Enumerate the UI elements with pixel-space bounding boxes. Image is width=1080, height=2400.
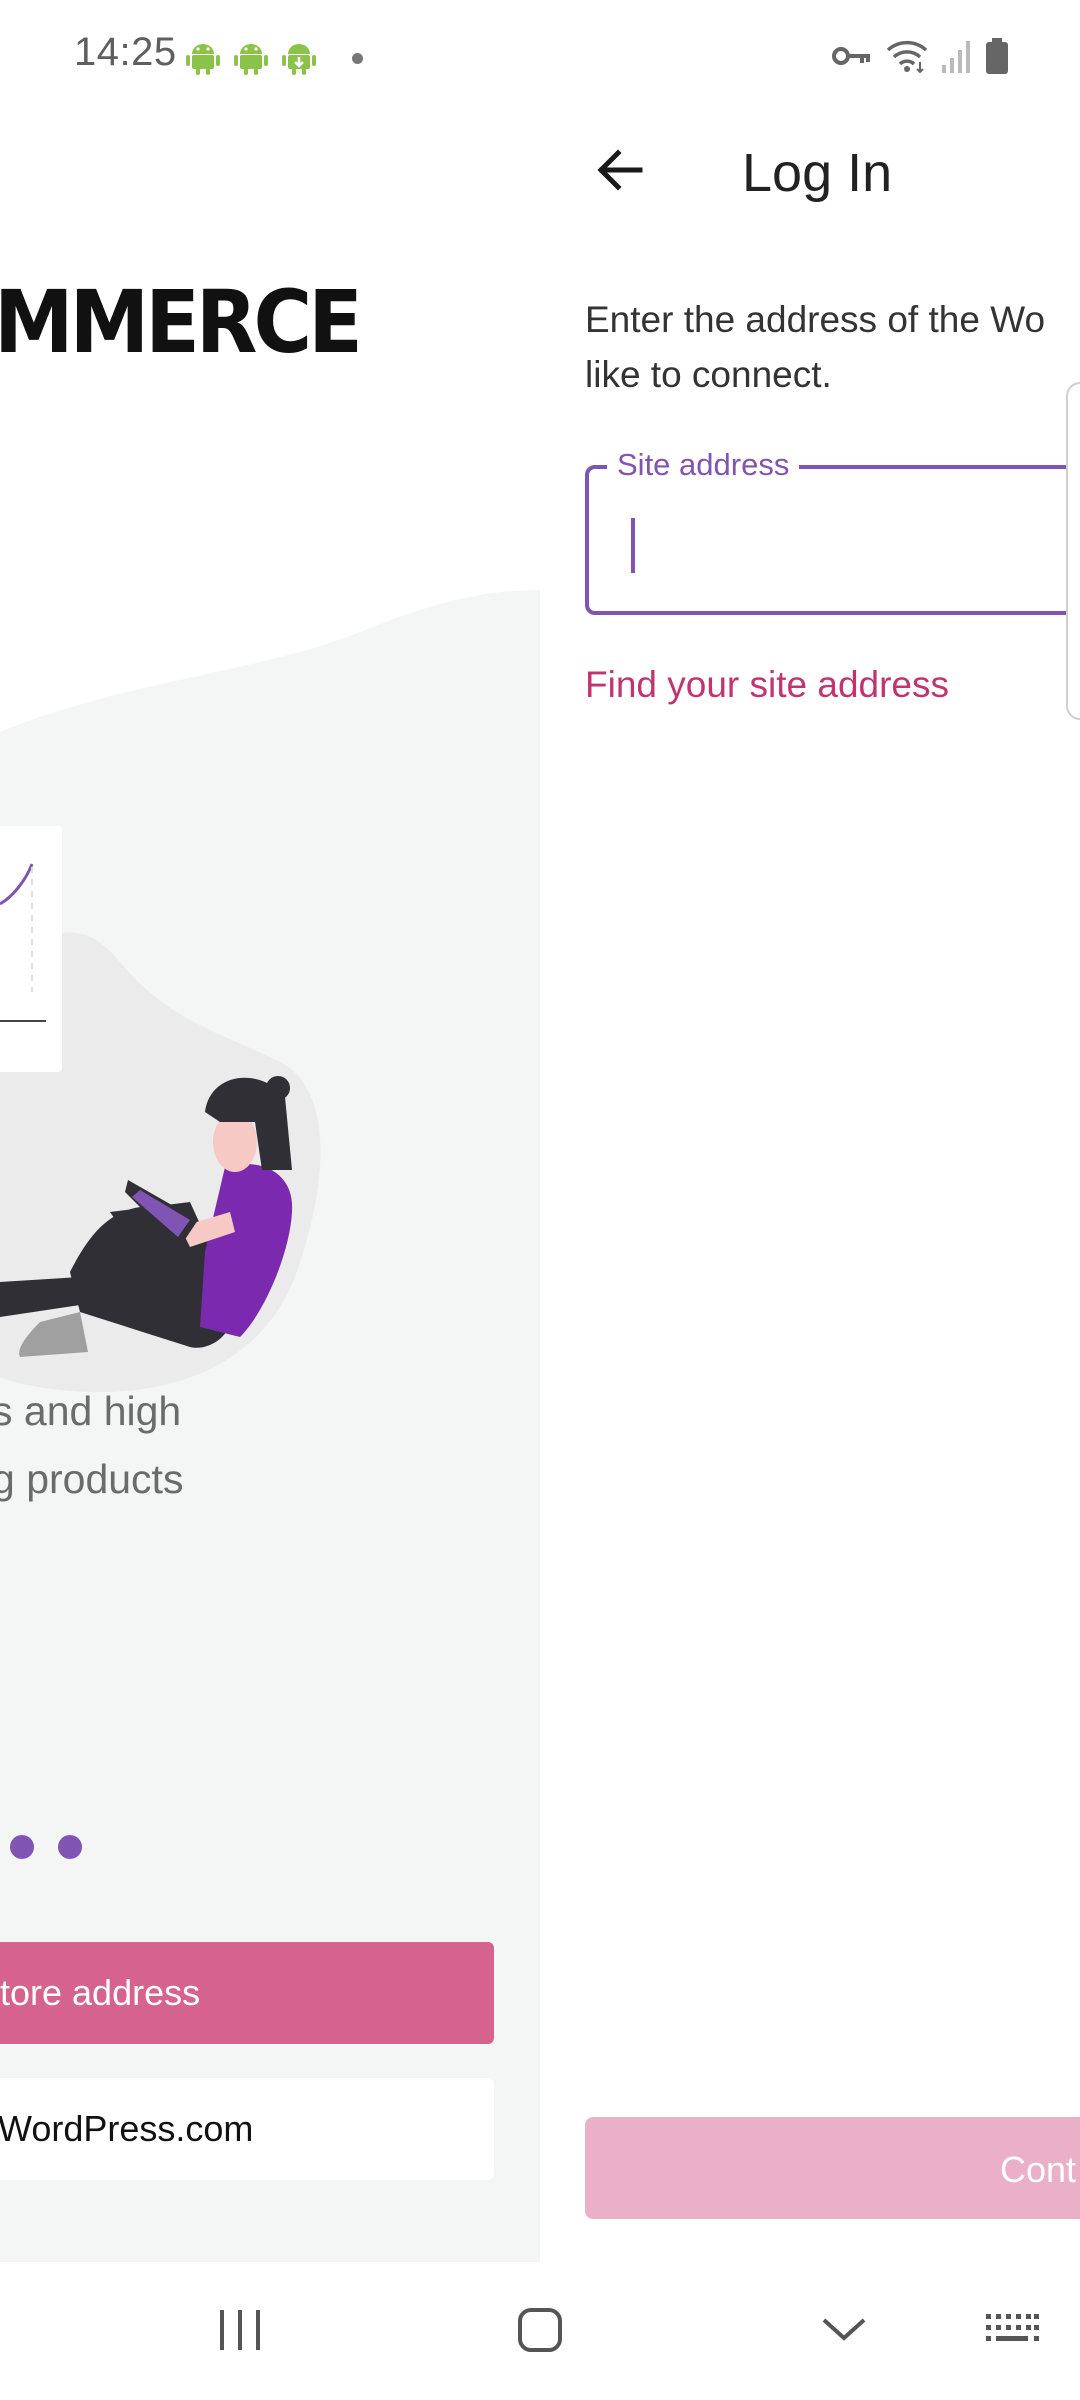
- site-address-input[interactable]: Site address: [585, 447, 1080, 615]
- back-arrow-icon[interactable]: [590, 140, 650, 200]
- continue-with-wordpress-button[interactable]: WordPress.com: [0, 2078, 494, 2180]
- continue-button[interactable]: Cont: [585, 2117, 1080, 2219]
- instructions-line-2: like to connect.: [585, 354, 832, 395]
- status-time: 14:25: [74, 30, 177, 74]
- login-screen: Log In Enter the address of the Wo like …: [540, 112, 1080, 2262]
- instructions-line-1: Enter the address of the Wo: [585, 299, 1046, 340]
- onboarding-illustration: [0, 412, 540, 1442]
- text-cursor: [631, 518, 635, 573]
- keyboard-icon[interactable]: [984, 2306, 1040, 2354]
- pager-dot[interactable]: [10, 1835, 34, 1859]
- hide-keyboard-icon[interactable]: [820, 2306, 868, 2354]
- vpn-key-icon: [832, 47, 870, 65]
- find-site-address-link[interactable]: Find your site address: [585, 664, 949, 706]
- onboarding-subtitle-line-1: s and high: [0, 1388, 182, 1434]
- dot-icon: [352, 52, 363, 64]
- system-status-icons: [832, 36, 1008, 76]
- enter-store-address-button[interactable]: tore address: [0, 1942, 494, 2044]
- site-address-label: Site address: [607, 447, 800, 483]
- android-icon: [234, 44, 268, 75]
- continue-label: Cont: [1000, 2149, 1077, 2190]
- android-update-icon: [282, 44, 316, 75]
- previous-screen: OMMERCE s and high g products: [0, 112, 540, 2262]
- woocommerce-logo: OMMERCE: [0, 272, 363, 373]
- android-icon: [186, 44, 220, 75]
- navigation-bar: [0, 2262, 1080, 2400]
- pager-dot[interactable]: [58, 1835, 82, 1859]
- recents-icon[interactable]: [218, 2306, 262, 2354]
- continue-with-wordpress-label: WordPress.com: [0, 2108, 254, 2149]
- home-icon[interactable]: [516, 2306, 564, 2354]
- page-title: Log In: [742, 143, 893, 203]
- pager-indicator: [10, 1835, 82, 1859]
- battery-icon: [986, 38, 1008, 74]
- cell-signal-icon: [942, 41, 970, 73]
- status-bar: 14:25: [0, 0, 1080, 112]
- onboarding-subtitle: s and high g products: [0, 1377, 183, 1513]
- notification-icons: [186, 38, 363, 78]
- enter-store-address-label: tore address: [0, 1972, 201, 2013]
- edge-panel-handle[interactable]: [1066, 382, 1080, 720]
- onboarding-subtitle-line-2: g products: [0, 1456, 184, 1502]
- wifi-icon: [886, 40, 928, 74]
- site-address-instructions: Enter the address of the Wo like to conn…: [585, 292, 1045, 402]
